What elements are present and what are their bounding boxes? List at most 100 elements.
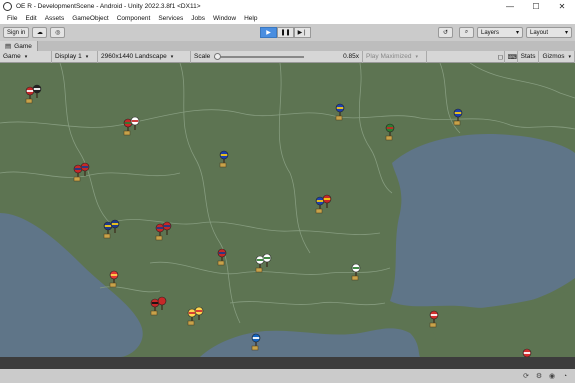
menu-help[interactable]: Help <box>240 15 261 22</box>
army-unit-icon[interactable] <box>315 208 323 214</box>
gizmos-label: Gizmos <box>542 53 565 60</box>
map-pin[interactable] <box>522 348 532 357</box>
play-maximized-label: Play Maximized <box>366 53 412 60</box>
tab-game-label: Game <box>14 42 32 50</box>
army-unit-icon[interactable] <box>255 267 263 273</box>
army-unit-icon[interactable] <box>335 115 343 121</box>
resolution-dropdown[interactable]: 2960x1440 Landscape ▾ <box>98 50 191 63</box>
flag-stripe <box>352 267 360 269</box>
stats-button[interactable]: Stats <box>518 50 540 63</box>
play-maximized-dropdown[interactable]: Play Maximized ▾ <box>363 50 427 63</box>
chevron-down-icon: ▾ <box>24 53 28 60</box>
gizmos-dropdown[interactable]: Gizmos ▾ <box>539 50 575 63</box>
game-view-bottom-bar <box>0 357 575 369</box>
flag-stripe <box>188 312 196 314</box>
layout-label: Layout <box>530 29 549 36</box>
army-unit-icon[interactable] <box>155 235 163 241</box>
menu-file[interactable]: File <box>3 15 21 22</box>
menu-window[interactable]: Window <box>209 15 240 22</box>
army-unit-icon[interactable] <box>150 310 158 316</box>
search-icon[interactable]: ⌕ <box>459 27 474 38</box>
layers-dropdown[interactable]: Layers ▾ <box>477 27 523 38</box>
flag-stripe <box>218 252 226 254</box>
menu-gameobject[interactable]: GameObject <box>68 15 113 22</box>
army-unit-icon[interactable] <box>25 98 33 104</box>
step-button[interactable]: ▶❘ <box>294 27 311 38</box>
menu-jobs[interactable]: Jobs <box>187 15 209 22</box>
game-mode-dropdown[interactable]: Game ▾ <box>0 50 52 63</box>
army-unit-icon[interactable] <box>123 130 131 136</box>
flag-stripe <box>111 223 119 225</box>
scale-value: 0.85x <box>343 53 359 60</box>
scale-control[interactable]: Scale 0.85x <box>191 50 363 63</box>
maximize-button[interactable]: ☐ <box>523 0 549 13</box>
collab-icon[interactable]: ◎ <box>50 27 66 38</box>
chevron-down-icon: ▾ <box>515 30 519 36</box>
flag-stripe <box>33 88 41 90</box>
flag-stripe <box>323 198 331 200</box>
display-dropdown[interactable]: Display 1 ▾ <box>52 50 98 63</box>
pause-button[interactable]: ❚❚ <box>277 27 294 38</box>
menu-edit[interactable]: Edit <box>21 15 40 22</box>
close-button[interactable]: ✕ <box>549 0 575 13</box>
flag-stripe <box>156 227 164 229</box>
menu-component[interactable]: Component <box>113 15 155 22</box>
keyboard-icon[interactable]: ⌨ <box>505 50 518 63</box>
history-icon[interactable]: ↺ <box>438 27 453 38</box>
toolbar-right: ↺ ⌕ Layers ▾ Layout ▾ <box>435 27 572 38</box>
map-canvas[interactable] <box>0 63 575 357</box>
layers-label: Layers <box>481 29 500 36</box>
army-unit-icon[interactable] <box>187 320 195 326</box>
army-unit-icon[interactable] <box>219 162 227 168</box>
scale-slider[interactable] <box>214 52 305 60</box>
army-unit-icon[interactable] <box>385 135 393 141</box>
army-unit-icon[interactable] <box>103 233 111 239</box>
progress-icon[interactable]: ◔ <box>561 372 569 380</box>
army-unit-icon[interactable] <box>429 322 437 328</box>
tab-game[interactable]: ▤ Game <box>0 41 38 51</box>
chevron-down-icon: ▾ <box>564 30 568 36</box>
flag-stripe <box>252 337 260 339</box>
flag-stripe <box>131 120 139 122</box>
minimize-button[interactable]: — <box>497 0 523 13</box>
game-viewport[interactable] <box>0 63 575 357</box>
menu-assets[interactable]: Assets <box>41 15 69 22</box>
flag-stripe <box>163 225 171 227</box>
game-mode-label: Game <box>3 53 21 60</box>
resolution-label: 2960x1440 Landscape <box>101 53 167 60</box>
unity-logo-icon <box>3 2 12 11</box>
chevron-down-icon: ▾ <box>415 53 419 60</box>
window-title: OE R - DevelopmentScene - Android - Unit… <box>16 3 201 10</box>
play-button[interactable]: ▶ <box>260 27 277 38</box>
cloud-icon[interactable]: ☁ <box>32 27 48 38</box>
army-unit-icon[interactable] <box>109 282 117 288</box>
army-unit-icon[interactable] <box>73 176 81 182</box>
debug-icon[interactable]: ◉ <box>548 372 556 380</box>
army-unit-icon[interactable] <box>217 260 225 266</box>
flag-stripe <box>124 122 132 124</box>
menu-bar: File Edit Assets GameObject Component Se… <box>0 13 575 24</box>
sea-black-sea <box>390 133 575 308</box>
sign-in-button[interactable]: Sign in <box>3 27 30 38</box>
settings-icon[interactable]: ⚙ <box>535 372 543 380</box>
army-unit-icon[interactable] <box>351 275 359 281</box>
flag-stripe <box>263 257 271 259</box>
flag-stripe <box>151 302 159 304</box>
sync-icon[interactable]: ⟳ <box>522 372 530 380</box>
flag-stripe <box>523 352 531 354</box>
flag-stripe <box>195 310 203 312</box>
display-label: Display 1 <box>55 53 82 60</box>
window-titlebar: OE R - DevelopmentScene - Android - Unit… <box>0 0 575 13</box>
army-unit-icon[interactable] <box>251 345 259 351</box>
flag-stripe <box>81 166 89 168</box>
flag-stripe <box>220 154 228 156</box>
flag-stripe <box>336 107 344 109</box>
flag-stripe <box>158 300 166 302</box>
mute-audio-icon[interactable]: ◻ <box>495 50 505 63</box>
army-unit-icon[interactable] <box>453 120 461 126</box>
menu-services[interactable]: Services <box>154 15 187 22</box>
flag-stripe <box>316 200 324 202</box>
scale-slider-knob[interactable] <box>214 52 222 60</box>
flag-stripe <box>26 90 34 92</box>
layout-dropdown[interactable]: Layout ▾ <box>526 27 572 38</box>
